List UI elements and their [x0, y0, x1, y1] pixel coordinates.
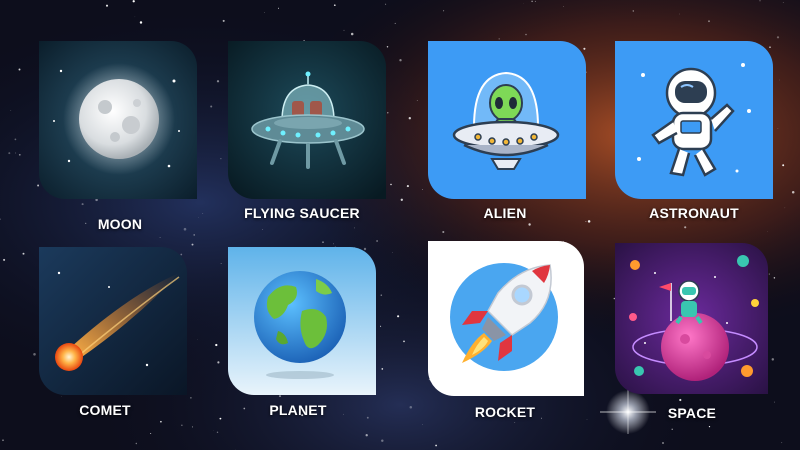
comet-icon: [39, 247, 187, 395]
moon-label[interactable]: MOON: [25, 216, 215, 232]
planet-label[interactable]: PLANET: [203, 402, 393, 418]
rocket-tile[interactable]: [428, 241, 584, 396]
flying-saucer-tile[interactable]: [228, 41, 386, 199]
planet-icon: [228, 247, 376, 395]
rocket-icon: [428, 241, 584, 396]
rocket-label[interactable]: ROCKET: [410, 404, 600, 420]
comet-label[interactable]: COMET: [10, 402, 200, 418]
alien-icon: [428, 41, 586, 199]
space-tile[interactable]: [615, 243, 768, 394]
planet-tile[interactable]: [228, 247, 376, 395]
astronaut-label[interactable]: ASTRONAUT: [599, 205, 789, 221]
space-scene-icon: [615, 243, 768, 394]
astronaut-icon: [615, 41, 773, 199]
moon-tile[interactable]: [39, 41, 197, 199]
alien-tile[interactable]: [428, 41, 586, 199]
comet-tile[interactable]: [39, 247, 187, 395]
flying-saucer-label[interactable]: FLYING SAUCER: [207, 205, 397, 221]
space-label[interactable]: SPACE: [597, 405, 787, 421]
alien-label[interactable]: ALIEN: [410, 205, 600, 221]
flying-saucer-icon: [228, 41, 386, 199]
astronaut-tile[interactable]: [615, 41, 773, 199]
moon-icon: [39, 41, 197, 199]
